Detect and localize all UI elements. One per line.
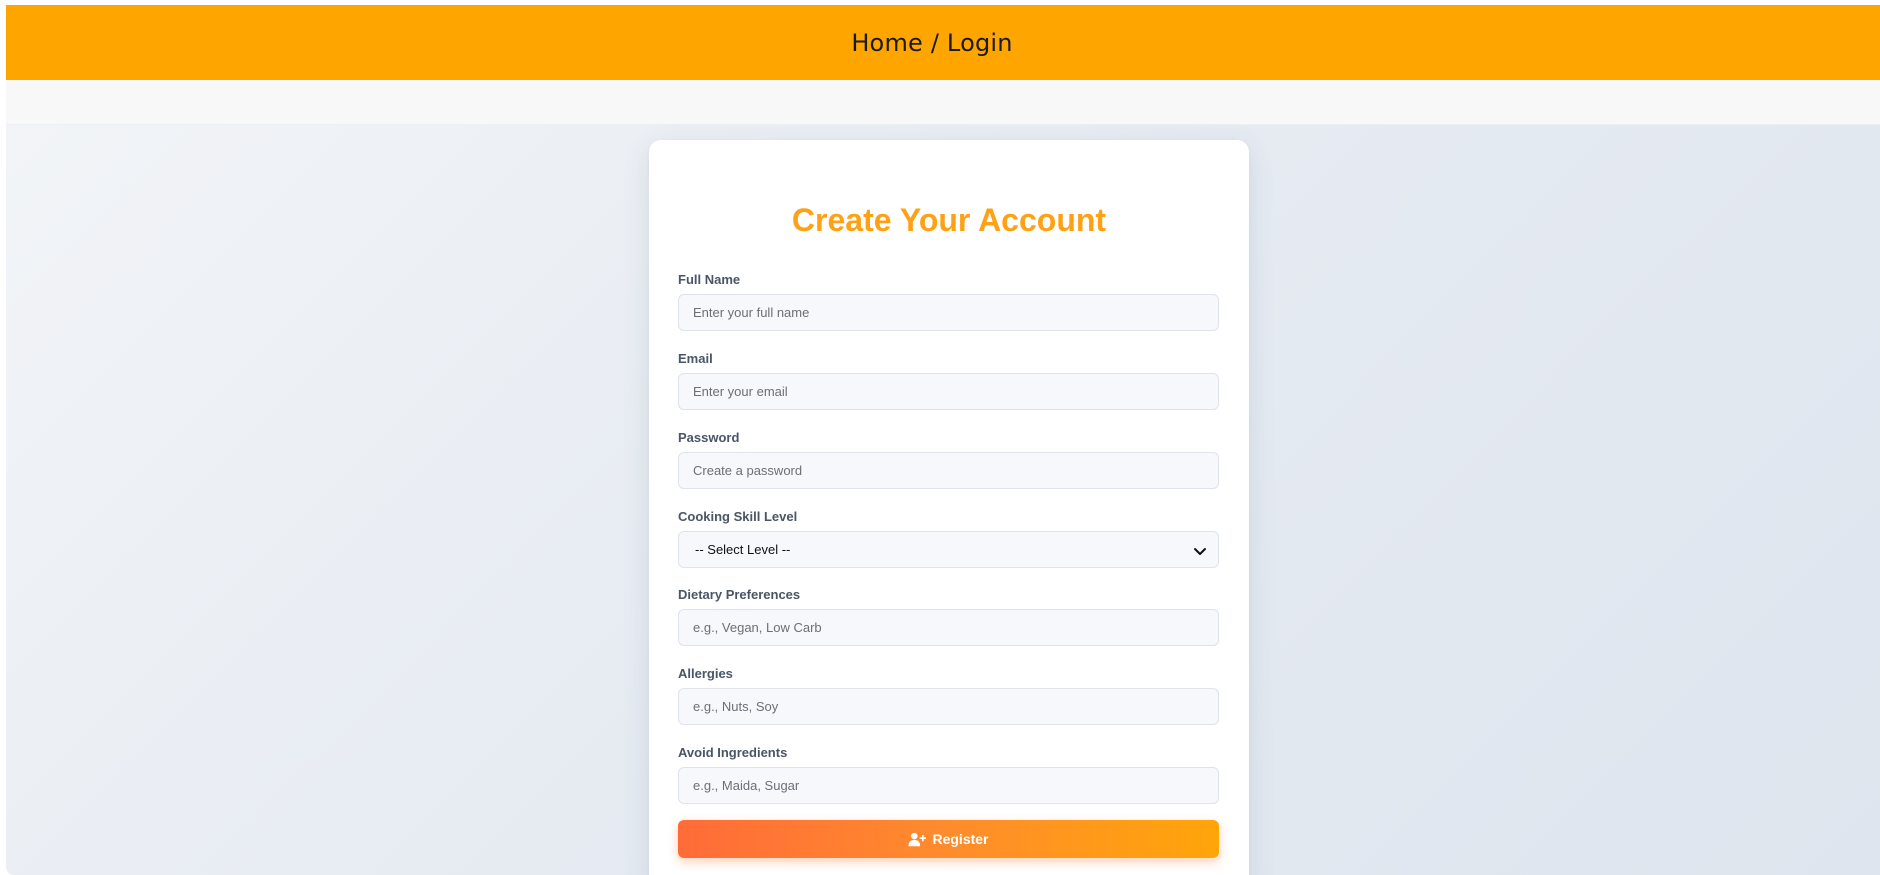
- email-field: Email: [678, 351, 1219, 410]
- email-input[interactable]: [678, 373, 1219, 410]
- cooking-skill-label: Cooking Skill Level: [678, 509, 798, 524]
- allergies-input[interactable]: [678, 688, 1219, 725]
- avoid-ingredients-field: Avoid Ingredients: [678, 745, 1219, 804]
- dietary-preferences-field: Dietary Preferences: [678, 587, 1219, 646]
- cooking-skill-field: Cooking Skill Level -- Select Level --: [678, 509, 1219, 568]
- full-name-label: Full Name: [678, 272, 741, 287]
- app-frame: Home / Login Create Your Account Full Na…: [6, 5, 1880, 875]
- user-plus-icon: [908, 832, 927, 846]
- register-button[interactable]: Register: [678, 820, 1219, 858]
- password-field: Password: [678, 430, 1219, 489]
- dietary-preferences-input[interactable]: [678, 609, 1219, 646]
- password-label: Password: [678, 430, 740, 445]
- chevron-down-icon: [1194, 548, 1206, 555]
- avoid-ingredients-label: Avoid Ingredients: [678, 745, 788, 760]
- cooking-skill-selected-value: -- Select Level --: [695, 542, 791, 557]
- allergies-label: Allergies: [678, 666, 733, 681]
- allergies-field: Allergies: [678, 666, 1219, 725]
- full-name-field: Full Name: [678, 272, 1219, 331]
- register-card: Create Your Account Full Name Email Pass…: [649, 140, 1249, 875]
- full-name-input[interactable]: [678, 294, 1219, 331]
- page-title: Create Your Account: [791, 202, 1107, 238]
- cooking-skill-select[interactable]: -- Select Level --: [678, 531, 1219, 568]
- dietary-preferences-label: Dietary Preferences: [678, 587, 801, 602]
- password-input[interactable]: [678, 452, 1219, 489]
- email-label: Email: [678, 351, 713, 366]
- breadcrumb: Home / Login: [851, 28, 1013, 57]
- top-header: Home / Login: [6, 5, 1880, 80]
- sub-navigation-bar: [6, 80, 1880, 125]
- avoid-ingredients-input[interactable]: [678, 767, 1219, 804]
- register-button-label: Register: [932, 831, 989, 847]
